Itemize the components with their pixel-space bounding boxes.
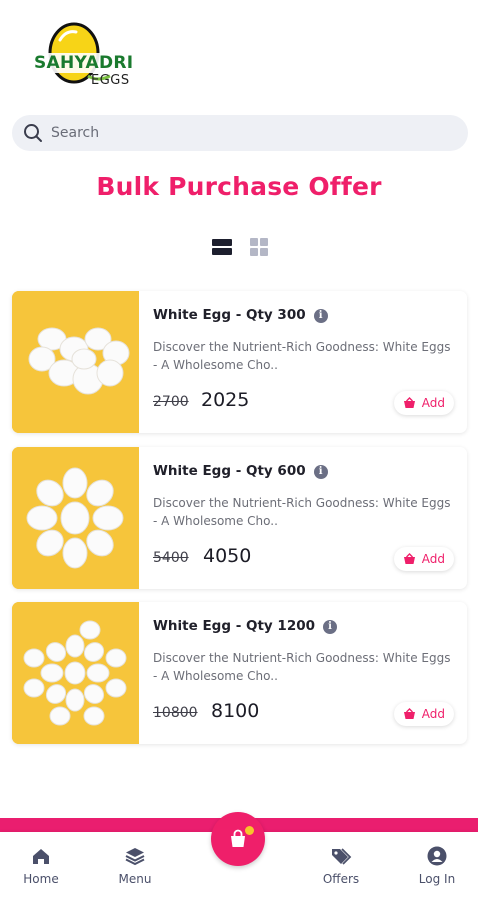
- offer-price: 8100: [211, 700, 260, 722]
- search-icon: [24, 124, 42, 142]
- product-card[interactable]: White Egg - Qty 1200 i Discover the Nutri…: [12, 602, 467, 744]
- nav-item-offers[interactable]: Offers: [311, 846, 371, 886]
- view-toggle: [212, 237, 270, 257]
- info-icon[interactable]: i: [313, 465, 328, 479]
- info-icon[interactable]: i: [313, 309, 328, 323]
- offer-price: 2025: [201, 389, 250, 411]
- add-button-label: Add: [421, 552, 445, 566]
- user-icon: [427, 846, 447, 866]
- add-to-cart-button[interactable]: Add: [393, 547, 454, 571]
- product-image: [12, 602, 139, 744]
- logo-text-primary: SAHYADRI: [34, 53, 134, 73]
- nav-item-login[interactable]: Log In: [407, 846, 467, 886]
- add-button-label: Add: [421, 396, 445, 410]
- search-bar[interactable]: [12, 115, 468, 151]
- product-card[interactable]: White Egg - Qty 300 i Discover the Nutrie…: [12, 291, 467, 433]
- info-icon[interactable]: i: [323, 620, 337, 634]
- product-name: White Egg - Qty 600 i: [153, 463, 328, 479]
- add-to-cart-button[interactable]: Add: [393, 702, 454, 726]
- nav-label: Menu: [118, 872, 152, 886]
- brand-logo: SAHYADRI EGGS: [30, 20, 140, 92]
- nav-label: Log In: [418, 872, 456, 886]
- add-button-label: Add: [421, 707, 445, 721]
- product-card[interactable]: White Egg - Qty 600 i Discover the Nutrie…: [12, 447, 467, 589]
- product-name: White Egg - Qty 1200 i: [153, 618, 337, 634]
- basket-icon: [403, 708, 415, 719]
- cart-button[interactable]: [211, 812, 265, 866]
- nav-item-menu[interactable]: Menu: [105, 846, 165, 886]
- product-description: Discover the Nutrient-Rich Goodness: Whi…: [153, 496, 451, 528]
- nav-label: Home: [23, 872, 59, 886]
- tags-icon: [332, 848, 352, 865]
- add-to-cart-button[interactable]: Add: [393, 391, 454, 415]
- original-price: 10800: [153, 705, 198, 721]
- search-input[interactable]: [51, 125, 431, 141]
- home-icon: [33, 849, 49, 864]
- logo-text-secondary: EGGS: [91, 73, 130, 88]
- product-description: Discover the Nutrient-Rich Goodness: Whi…: [153, 651, 451, 683]
- page-title: Bulk Purchase Offer: [96, 172, 382, 201]
- original-price: 5400: [153, 550, 189, 566]
- basket-icon: [403, 553, 415, 564]
- product-image: [12, 291, 139, 433]
- nav-label: Offers: [322, 872, 360, 886]
- list-view-icon[interactable]: [212, 237, 232, 257]
- product-name: White Egg - Qty 300 i: [153, 307, 328, 323]
- product-image: [12, 447, 139, 589]
- grid-view-icon[interactable]: [249, 237, 269, 257]
- offer-price: 4050: [203, 545, 252, 567]
- layers-icon: [125, 848, 145, 866]
- basket-icon: [403, 397, 415, 408]
- original-price: 2700: [153, 394, 189, 410]
- cart-badge: [245, 826, 254, 835]
- product-description: Discover the Nutrient-Rich Goodness: Whi…: [153, 340, 451, 372]
- nav-item-home[interactable]: Home: [11, 846, 71, 886]
